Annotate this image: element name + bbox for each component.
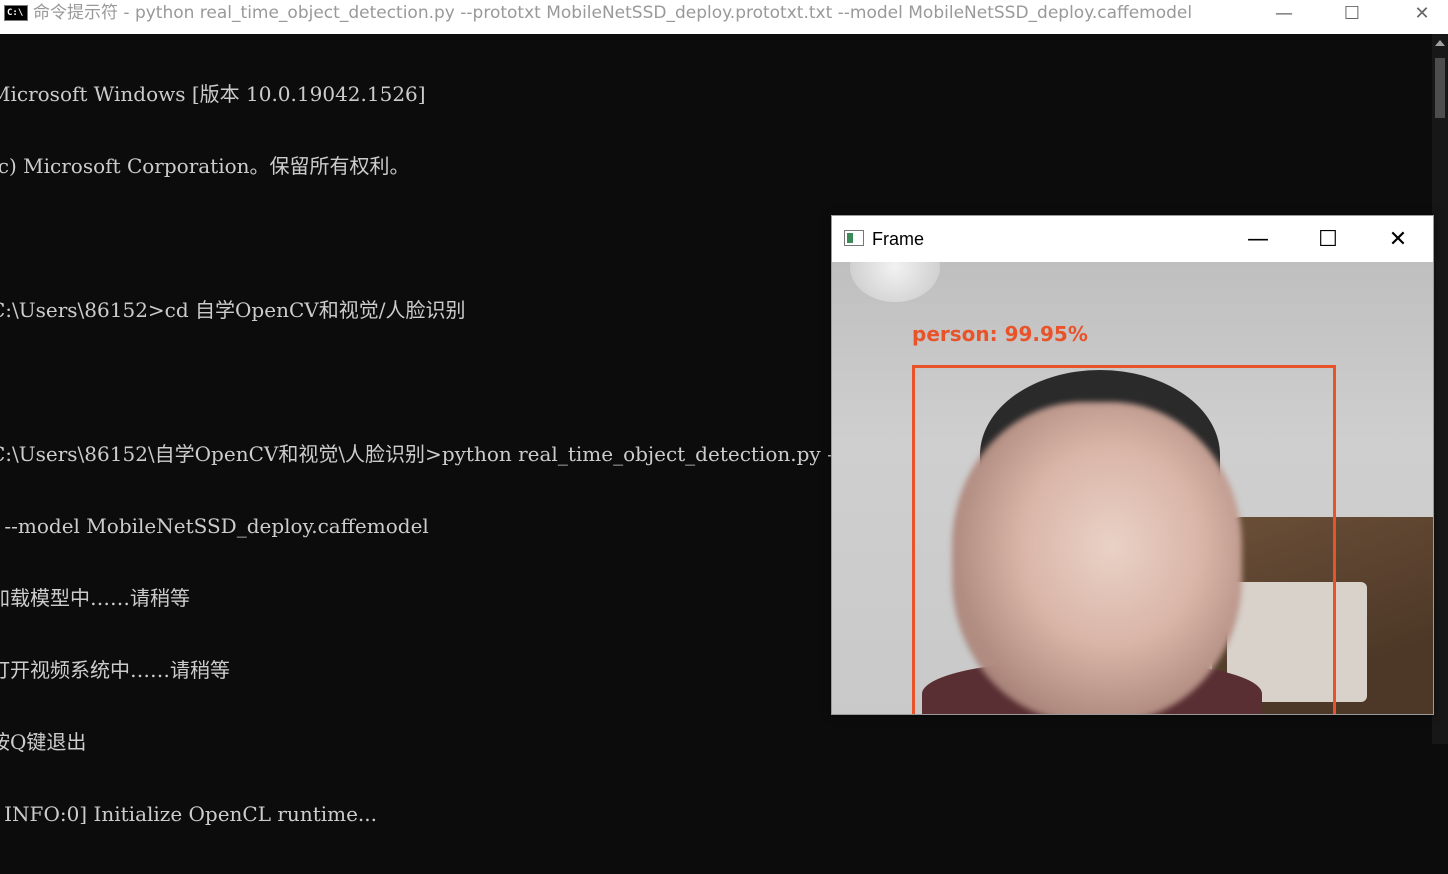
frame-window-title: Frame (872, 229, 925, 249)
frame-close-button[interactable]: ✕ (1364, 216, 1432, 262)
command-prompt-window: 命令提示符 - python real_time_object_detectio… (0, 0, 1448, 826)
minimize-icon: — (1275, 2, 1293, 24)
console-line: Microsoft Windows [版本 10.0.19042.1526] (0, 82, 426, 106)
webcam-video-feed: person: 99.95% (832, 262, 1433, 714)
maximize-icon: ☐ (1318, 226, 1338, 252)
frame-title-bar[interactable]: Frame — ☐ ✕ (832, 216, 1433, 262)
console-maximize-button[interactable]: ☐ (1318, 0, 1386, 26)
scroll-up-arrow-icon[interactable] (1435, 40, 1445, 46)
detection-label: person: 99.95% (912, 322, 1088, 346)
scrollbar-thumb[interactable] (1435, 58, 1445, 118)
console-window-title: 命令提示符 - python real_time_object_detectio… (33, 3, 1193, 23)
close-icon: ✕ (1388, 226, 1408, 252)
ceiling-lamp (850, 262, 940, 302)
console-close-button[interactable]: ✕ (1388, 0, 1448, 26)
console-minimize-button[interactable]: — (1250, 0, 1318, 26)
console-scrollbar[interactable] (1432, 34, 1448, 744)
minimize-icon: — (1247, 226, 1269, 252)
maximize-icon: ☐ (1343, 2, 1361, 24)
console-line: (c) Microsoft Corporation。保留所有权利。 (0, 154, 410, 178)
frame-app-icon (844, 230, 864, 246)
cmd-app-icon (4, 5, 28, 21)
console-line: [ INFO:0] Initialize OpenCL runtime... (0, 802, 378, 826)
close-icon: ✕ (1414, 2, 1430, 24)
frame-maximize-button[interactable]: ☐ (1294, 216, 1362, 262)
frame-minimize-button[interactable]: — (1224, 216, 1292, 262)
console-title-bar[interactable]: 命令提示符 - python real_time_object_detectio… (0, 0, 1448, 34)
frame-window: Frame — ☐ ✕ person: 99.95% (831, 215, 1434, 715)
console-line: 按Q键退出 (0, 730, 87, 754)
detection-bounding-box (912, 365, 1336, 714)
